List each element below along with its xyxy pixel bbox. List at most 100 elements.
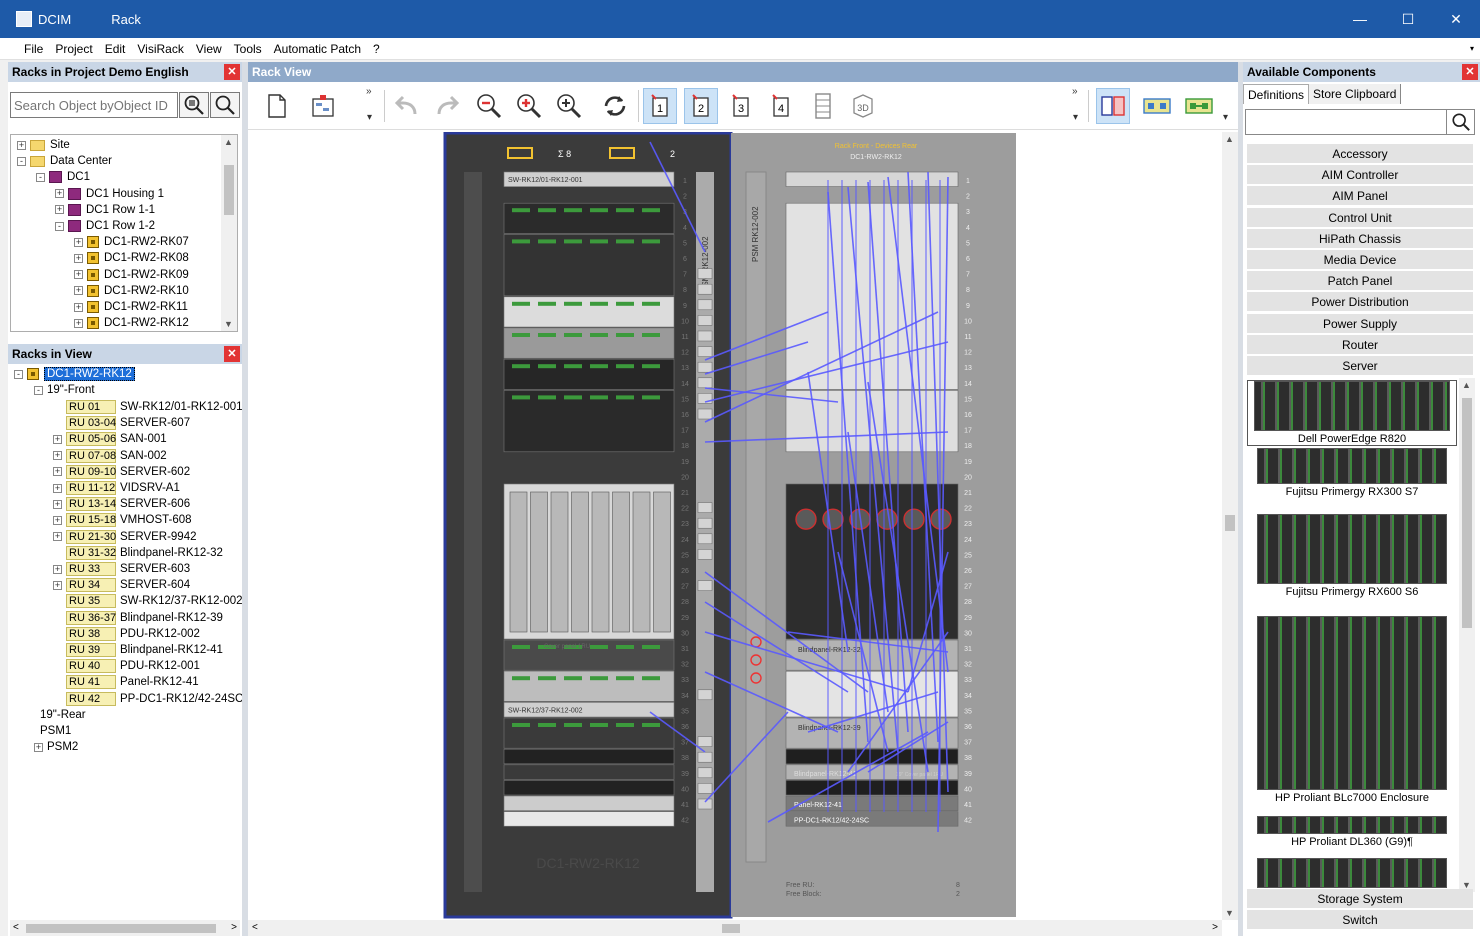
rack-in-view-item[interactable]: - DC1-RW2-RK12 xyxy=(14,366,135,382)
ru-item[interactable]: RU 01 SW-RK12/01-RK12-001 xyxy=(53,399,243,415)
expand-icon[interactable]: + xyxy=(55,205,64,215)
component-item[interactable]: Fujitsu Primergy RX300 S7 xyxy=(1247,448,1457,498)
tree-item[interactable]: - DC1 Row 1-2 xyxy=(55,218,155,234)
search-by-id-button[interactable] xyxy=(179,92,209,118)
tree-item[interactable]: + DC1-RW2-RK07 xyxy=(74,234,189,250)
category-button[interactable]: AIM Controller xyxy=(1247,165,1473,186)
expand-icon[interactable]: + xyxy=(74,286,83,296)
rack-properties-button[interactable] xyxy=(306,88,340,124)
ru-item[interactable]: RU 39 Blindpanel-RK12-41 xyxy=(53,642,223,658)
expand-icon[interactable]: + xyxy=(74,302,83,312)
category-button[interactable]: AIM Panel xyxy=(1247,186,1473,207)
menu-tools[interactable]: Tools xyxy=(228,42,268,56)
redo-button[interactable] xyxy=(430,88,464,124)
ru-item[interactable]: + RU 05-06 SAN-001 xyxy=(53,431,167,447)
undo-button[interactable] xyxy=(390,88,424,124)
category-button[interactable]: Patch Panel xyxy=(1247,271,1473,292)
category-button[interactable]: Accessory xyxy=(1247,144,1473,164)
rack-canvas[interactable]: PSM RK12-002 Σ 8 2 SW-RK12/01-RK12-001 SW-RK… xyxy=(248,132,1222,920)
rack-outline-button[interactable] xyxy=(806,88,840,124)
component-scrollbar[interactable]: ▲ ▼ xyxy=(1459,378,1475,892)
expand-icon[interactable]: + xyxy=(53,483,62,493)
front-node[interactable]: -19"-Front xyxy=(34,382,95,398)
ru-item[interactable]: + RU 15-18 VMHOST-608 xyxy=(53,512,192,528)
zoom-out-button[interactable] xyxy=(472,88,506,124)
collapse-icon[interactable]: - xyxy=(14,369,23,379)
zoom-fit-button[interactable] xyxy=(552,88,586,124)
category-button[interactable]: Power Distribution xyxy=(1247,292,1473,313)
maximize-button[interactable]: ☐ xyxy=(1384,0,1432,38)
expand-icon[interactable]: + xyxy=(53,499,62,509)
component-item[interactable]: HP Proliant DL360 (G9)¶ xyxy=(1247,816,1457,848)
component-item[interactable]: Fujitsu Primergy RX600 S6 xyxy=(1247,514,1457,598)
menu-edit[interactable]: Edit xyxy=(99,42,132,56)
split-view-button[interactable] xyxy=(1096,88,1130,124)
tab-definitions[interactable]: Definitions xyxy=(1243,84,1310,104)
component-item[interactable]: HP Proliant BLc7000 Enclosure xyxy=(1247,616,1457,804)
left-hscrollbar[interactable]: < > xyxy=(10,920,240,936)
expand-icon[interactable]: + xyxy=(74,253,83,263)
category-button[interactable]: Control Unit xyxy=(1247,207,1473,228)
close-icon[interactable]: ✕ xyxy=(224,64,240,80)
tree-item[interactable]: + Site xyxy=(17,137,70,153)
scroll-thumb[interactable] xyxy=(1462,398,1472,628)
patch-view-button[interactable] xyxy=(1140,88,1174,124)
component-search-input[interactable] xyxy=(1245,109,1475,135)
expand-icon[interactable]: + xyxy=(53,467,62,477)
toolbar-overflow-icon[interactable]: » xyxy=(1072,86,1078,97)
expand-icon[interactable]: + xyxy=(53,451,62,461)
expand-icon[interactable]: + xyxy=(53,434,62,444)
tree-item[interactable]: + DC1-RW2-RK09 xyxy=(74,267,189,283)
rack-vscrollbar[interactable]: ▲ ▼ xyxy=(1222,132,1238,920)
toolbar-dropdown-icon[interactable]: ▾ xyxy=(367,112,372,123)
connection-view-button[interactable] xyxy=(1182,88,1216,124)
ru-item[interactable]: RU 38 PDU-RK12-002 xyxy=(53,626,200,642)
tree-item[interactable]: + DC1-RW2-RK10 xyxy=(74,283,189,299)
scroll-right-icon[interactable]: > xyxy=(231,922,237,933)
category-button[interactable]: Power Supply xyxy=(1247,313,1473,334)
ru-item[interactable]: + RU 07-08 SAN-002 xyxy=(53,448,167,464)
new-button[interactable] xyxy=(260,88,294,124)
scroll-up-icon[interactable]: ▲ xyxy=(1225,134,1234,144)
rear-node[interactable]: 19"-Rear xyxy=(40,707,86,723)
close-icon[interactable]: ✕ xyxy=(224,346,240,362)
view-4-button[interactable]: 4 xyxy=(764,88,798,124)
ru-item[interactable]: + RU 11-12 VIDSRV-A1 xyxy=(53,480,180,496)
scroll-thumb[interactable] xyxy=(26,924,216,933)
scroll-left-icon[interactable]: < xyxy=(252,922,258,933)
ru-item[interactable]: RU 35 SW-RK12/37-RK12-002 xyxy=(53,593,243,609)
search-button[interactable] xyxy=(210,92,240,118)
expand-icon[interactable]: + xyxy=(74,270,83,280)
rack-hscrollbar[interactable]: < > xyxy=(248,920,1222,936)
tree-item[interactable]: + DC1 Row 1-1 xyxy=(55,202,155,218)
expand-icon[interactable]: + xyxy=(53,580,62,590)
scroll-thumb[interactable] xyxy=(1225,515,1235,531)
component-item[interactable] xyxy=(1247,858,1457,888)
ru-item[interactable]: + RU 13-14 SERVER-606 xyxy=(53,496,190,512)
ru-item[interactable]: + RU 09-10 SERVER-602 xyxy=(53,464,190,480)
menu-overflow-icon[interactable]: ▾ xyxy=(1470,44,1474,53)
view-3-button[interactable]: 3 xyxy=(724,88,758,124)
search-input[interactable] xyxy=(10,92,178,118)
menu-view[interactable]: View xyxy=(190,42,228,56)
minimize-button[interactable]: — xyxy=(1336,0,1384,38)
ru-item[interactable]: + RU 33 SERVER-603 xyxy=(53,561,190,577)
category-button[interactable]: HiPath Chassis xyxy=(1247,228,1473,249)
menu-automatic-patch[interactable]: Automatic Patch xyxy=(268,42,367,56)
collapse-icon[interactable]: - xyxy=(55,221,64,231)
psm1-node[interactable]: PSM1 xyxy=(40,723,71,739)
category-button[interactable]: Server xyxy=(1247,356,1473,376)
component-search-button[interactable] xyxy=(1446,110,1474,134)
component-item[interactable]: Dell PowerEdge R820 xyxy=(1247,380,1457,446)
expand-icon[interactable]: + xyxy=(55,189,64,199)
close-button[interactable]: ✕ xyxy=(1432,0,1480,38)
collapse-icon[interactable]: - xyxy=(17,156,26,166)
scroll-up-icon[interactable]: ▲ xyxy=(1462,380,1471,390)
refresh-button[interactable] xyxy=(598,88,632,124)
psm2-node[interactable]: + PSM2 xyxy=(34,739,78,755)
scroll-down-icon[interactable]: ▼ xyxy=(224,319,233,329)
scroll-up-icon[interactable]: ▲ xyxy=(224,137,233,147)
close-icon[interactable]: ✕ xyxy=(1462,64,1478,80)
ru-item[interactable]: RU 31-32 Blindpanel-RK12-32 xyxy=(53,545,223,561)
ru-item[interactable]: + RU 34 SERVER-604 xyxy=(53,577,190,593)
